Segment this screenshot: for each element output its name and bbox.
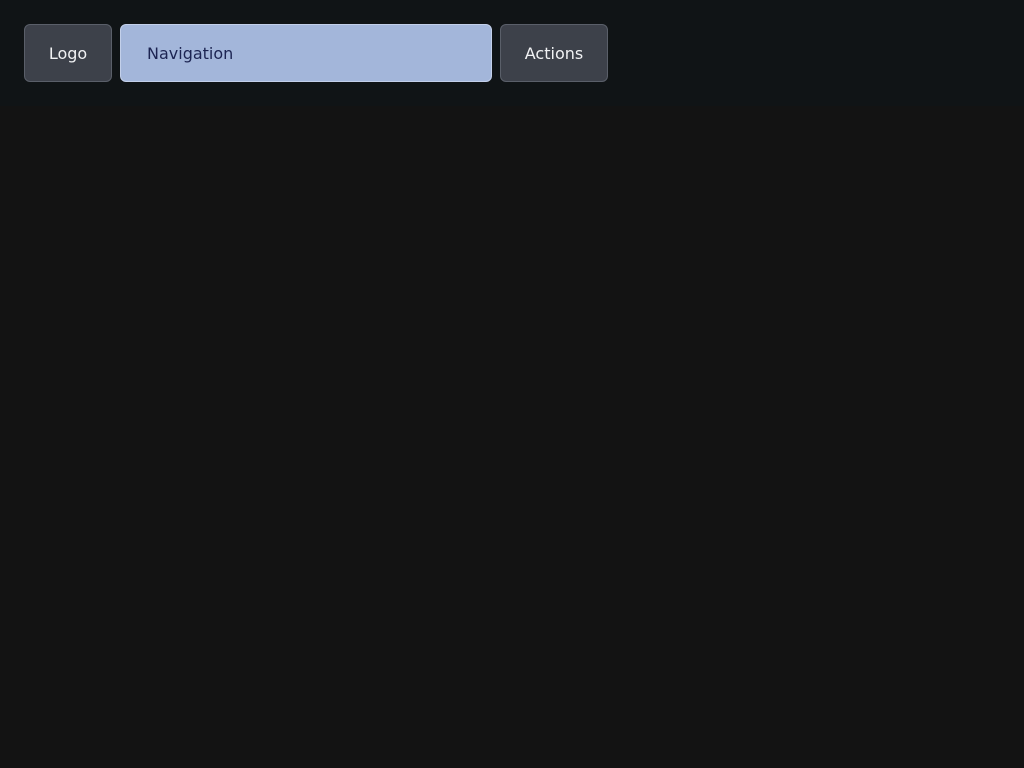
navigation-label: Navigation — [147, 43, 234, 63]
logo-button[interactable]: Logo — [24, 24, 112, 82]
header-bar: Logo Navigation Actions — [0, 0, 1024, 106]
actions-label: Actions — [524, 43, 584, 63]
logo-label: Logo — [48, 43, 88, 63]
actions-button[interactable]: Actions — [500, 24, 608, 82]
app-window: Logo Navigation Actions — [0, 0, 1024, 768]
navigation-bar[interactable]: Navigation — [120, 24, 492, 82]
